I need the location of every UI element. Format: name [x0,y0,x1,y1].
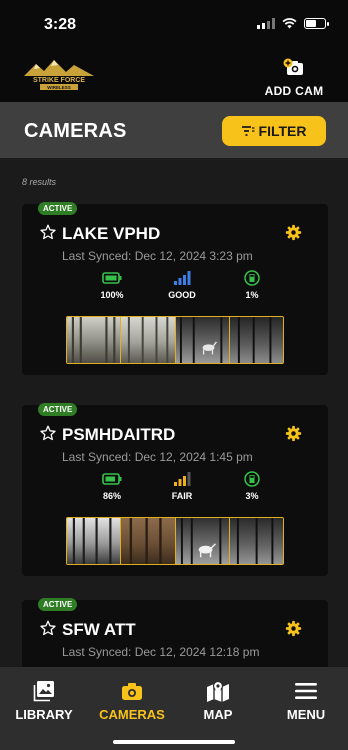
storage-stat: 1% [222,267,282,300]
menu-icon [295,683,317,699]
cameras-title-bar: CAMERAS FILTER [0,102,348,158]
signal-value: FAIR [171,491,193,501]
tab-label: CAMERAS [99,707,165,722]
status-badge: ACTIVE [38,403,78,416]
signal-strength-icon [174,271,191,285]
photo-thumbnail[interactable] [229,317,283,363]
logo-text-bottom: WIRELESS [47,85,71,90]
filter-icon [241,126,255,136]
strike-force-logo[interactable]: STRIKE FORCE WIRELESS [22,56,96,90]
photo-thumbnail[interactable] [175,317,230,363]
tab-label: LIBRARY [15,707,73,722]
battery-stat: 100% [82,267,142,300]
tab-label: MAP [203,707,233,722]
map-icon [207,680,229,702]
photo-thumbnail[interactable] [67,317,122,363]
status-badge: ACTIVE [38,202,78,215]
photo-thumbnail[interactable] [175,518,230,564]
wifi-icon [282,18,297,29]
add-cam-button[interactable]: ADD CAM [260,58,328,98]
photo-thumbnail[interactable] [121,317,176,363]
filter-label: FILTER [258,123,307,139]
battery-level-icon [102,272,122,284]
camera-card[interactable]: ACTIVE SFW ATT Last Synced: Dec 12, 2024… [22,598,328,667]
status-time: 3:28 [44,16,77,33]
photo-thumbnails[interactable] [66,316,284,364]
tab-label: MENU [286,707,326,722]
camera-card[interactable]: ACTIVE PSMHDAITRD Last Synced: Dec 12, 2… [22,403,328,576]
photo-thumbnail[interactable] [67,518,122,564]
status-bar: 3:28 [0,0,348,46]
tab-menu[interactable]: MENU [266,677,346,722]
signal-stat: GOOD [152,267,212,300]
home-indicator[interactable] [113,740,235,744]
image-icon [33,681,54,702]
sd-card-icon [244,270,260,286]
results-count: 8 results [22,177,57,187]
storage-value: 1% [245,290,259,300]
photo-thumbnail[interactable] [121,518,176,564]
logo-text-top: STRIKE FORCE [33,77,85,84]
storage-value: 3% [245,491,259,501]
battery-stat: 86% [82,468,142,501]
gear-icon[interactable] [285,224,302,241]
sd-card-icon [244,471,260,487]
star-icon[interactable] [40,620,56,636]
gear-icon[interactable] [285,620,302,637]
star-icon[interactable] [40,224,56,240]
add-camera-icon [283,58,303,75]
last-synced: Last Synced: Dec 12, 2024 12:18 pm [62,645,260,659]
photo-thumbnail[interactable] [229,518,283,564]
camera-card[interactable]: ACTIVE LAKE VPHD Last Synced: Dec 12, 20… [22,202,328,375]
status-icons [257,18,329,29]
camera-name[interactable]: SFW ATT [62,620,136,640]
camera-stats: 100% GOOD 1% [82,267,282,300]
battery-level-icon [102,473,122,485]
last-synced: Last Synced: Dec 12, 2024 3:23 pm [62,249,253,263]
camera-stats: 86% FAIR 3% [82,468,282,501]
storage-stat: 3% [222,468,282,501]
battery-icon [304,18,329,29]
battery-value: 86% [102,491,121,501]
bottom-tab-bar: LIBRARY CAMERAS MAP MENU [0,667,348,750]
page-title: CAMERAS [24,120,127,142]
star-icon[interactable] [40,425,56,441]
signal-strength-icon [174,472,191,486]
camera-name[interactable]: LAKE VPHD [62,224,160,244]
signal-stat: FAIR [152,468,212,501]
gear-icon[interactable] [285,425,302,442]
camera-icon [122,683,142,700]
last-synced: Last Synced: Dec 12, 2024 1:45 pm [62,450,253,464]
cellular-signal-icon [257,18,275,29]
status-badge: ACTIVE [38,598,78,611]
filter-button[interactable]: FILTER [222,116,326,146]
photo-thumbnails[interactable] [66,517,284,565]
add-cam-label: ADD CAM [264,84,324,98]
tab-cameras[interactable]: CAMERAS [92,677,172,722]
tab-map[interactable]: MAP [178,677,258,722]
battery-value: 100% [100,290,124,300]
camera-name[interactable]: PSMHDAITRD [62,425,175,445]
app-header: STRIKE FORCE WIRELESS ADD CAM [0,46,348,102]
tab-library[interactable]: LIBRARY [4,677,84,722]
signal-value: GOOD [168,290,196,300]
